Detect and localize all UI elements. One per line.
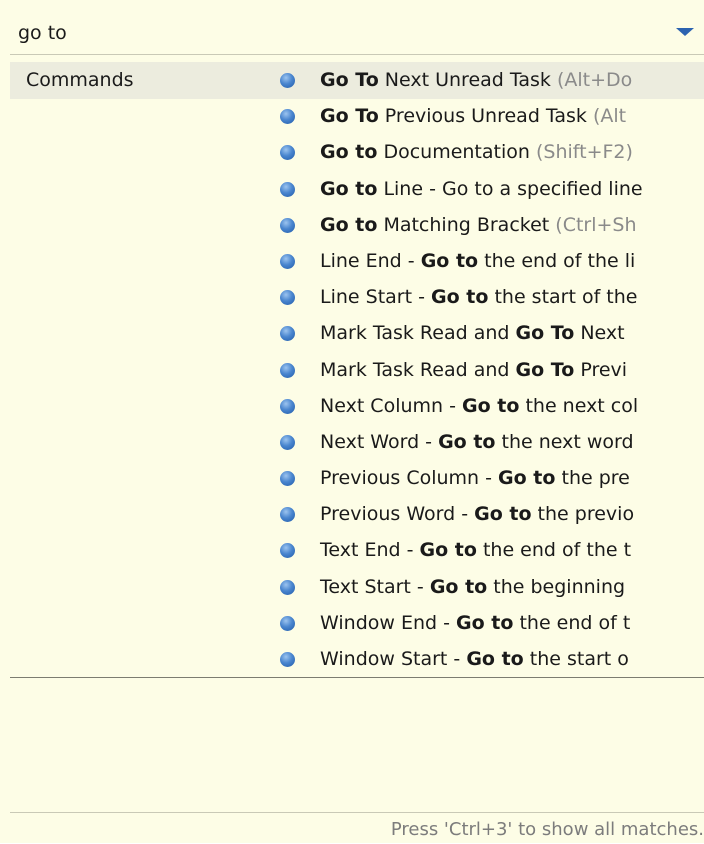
command-bullet-icon <box>280 217 295 233</box>
command-bullet-icon <box>280 543 295 559</box>
command-bullet-icon <box>280 109 295 125</box>
item-text: Next Column - Go to the next col <box>320 394 639 417</box>
command-bullet-icon <box>280 434 295 450</box>
match-highlight: Go to <box>419 539 477 562</box>
shortcut-hint: (Shift+F2) <box>535 141 633 164</box>
command-bullet-icon <box>280 73 295 88</box>
match-highlight: Go to <box>320 213 378 236</box>
command-bullet-icon <box>280 615 295 631</box>
match-highlight: Go to <box>498 467 556 490</box>
command-bullet-icon <box>280 290 295 306</box>
command-bullet-icon <box>280 253 295 269</box>
list-item[interactable]: Go to Matching Bracket (Ctrl+Sh <box>280 207 704 243</box>
shortcut-hint: (Alt <box>592 105 627 128</box>
match-highlight: Go to <box>429 575 488 598</box>
results-panel: Commands Go To Next Unread Task (Alt+Do … <box>10 62 704 678</box>
match-highlight: Go to <box>431 286 489 309</box>
show-all-matches-hint: Press 'Ctrl+3' to show all matches. <box>390 819 704 840</box>
list-item[interactable]: Previous Column - Go to the pre <box>280 460 704 496</box>
list-item[interactable]: Mark Task Read and Go To Previ <box>280 352 704 388</box>
item-text: Text End - Go to the end of the t <box>320 539 632 562</box>
item-text: Window End - Go to the end of t <box>320 611 631 634</box>
list-item[interactable]: Text Start - Go to the beginning <box>280 569 704 605</box>
list-item[interactable]: Go to Documentation (Shift+F2) <box>280 134 704 170</box>
shortcut-hint: (Ctrl+Sh <box>555 213 637 236</box>
item-text: Go to Line - Go to a specified line <box>320 177 643 200</box>
match-highlight: Go to <box>320 177 378 200</box>
command-list: Go To Next Unread Task (Alt+Do Go To Pre… <box>280 62 704 677</box>
list-item[interactable]: Line End - Go to the end of the li <box>280 243 704 279</box>
item-text: Go To Next Unread Task (Alt+Do <box>320 69 633 91</box>
command-bullet-icon <box>280 145 295 161</box>
chevron-down-icon[interactable] <box>674 25 696 39</box>
list-item[interactable]: Next Column - Go to the next col <box>280 388 704 424</box>
match-highlight: Go to <box>438 430 496 453</box>
item-text: Mark Task Read and Go To Previ <box>320 358 628 381</box>
match-highlight: Go To <box>515 322 575 345</box>
match-highlight: Go to <box>320 141 378 164</box>
category-label: Commands <box>26 69 134 91</box>
match-highlight: Go To <box>320 105 379 128</box>
filter-bar <box>10 10 704 55</box>
command-bullet-icon <box>280 507 295 523</box>
command-bullet-icon <box>280 652 295 667</box>
list-item[interactable]: Window Start - Go to the start o <box>280 641 704 677</box>
list-item[interactable]: Go To Previous Unread Task (Alt <box>280 98 704 134</box>
list-item[interactable]: Previous Word - Go to the previo <box>280 496 704 532</box>
match-highlight: Go to <box>474 503 532 526</box>
match-highlight: Go to <box>456 611 514 634</box>
filter-input[interactable] <box>18 20 618 46</box>
list-item[interactable]: Line Start - Go to the start of the <box>280 279 704 315</box>
match-highlight: Go To <box>515 358 575 381</box>
item-text: Next Word - Go to the next word <box>320 430 634 453</box>
list-item[interactable]: Go to Line - Go to a specified line <box>280 171 704 207</box>
command-bullet-icon <box>280 579 295 595</box>
list-item[interactable]: Next Word - Go to the next word <box>280 424 704 460</box>
item-text: Line Start - Go to the start of the <box>320 286 638 309</box>
match-highlight: Go to <box>466 648 524 670</box>
item-text: Go to Documentation (Shift+F2) <box>320 141 633 164</box>
command-bullet-icon <box>280 181 295 197</box>
item-text: Previous Column - Go to the pre <box>320 467 630 490</box>
quick-access-popup: Commands Go To Next Unread Task (Alt+Do … <box>0 0 704 843</box>
status-footer: Press 'Ctrl+3' to show all matches. <box>10 812 704 844</box>
command-bullet-icon <box>280 471 295 487</box>
list-item[interactable]: Mark Task Read and Go To Next <box>280 315 704 351</box>
item-text: Window Start - Go to the start o <box>320 648 629 670</box>
shortcut-hint: (Alt+Do <box>556 69 633 91</box>
item-text: Go to Matching Bracket (Ctrl+Sh <box>320 213 637 236</box>
item-text: Go To Previous Unread Task (Alt <box>320 105 627 128</box>
item-text: Mark Task Read and Go To Next <box>320 322 625 345</box>
match-highlight: Go to <box>462 394 520 417</box>
command-bullet-icon <box>280 398 295 414</box>
match-highlight: Go To <box>320 69 379 91</box>
item-text: Line End - Go to the end of the li <box>320 249 636 272</box>
list-item[interactable]: Window End - Go to the end of t <box>280 605 704 641</box>
command-bullet-icon <box>280 326 295 342</box>
match-highlight: Go to <box>420 249 479 272</box>
item-text: Previous Word - Go to the previo <box>320 503 635 526</box>
command-bullet-icon <box>280 362 295 378</box>
item-text: Text Start - Go to the beginning <box>320 575 626 598</box>
list-item[interactable]: Go To Next Unread Task (Alt+Do <box>280 62 704 98</box>
list-item[interactable]: Text End - Go to the end of the t <box>280 532 704 568</box>
